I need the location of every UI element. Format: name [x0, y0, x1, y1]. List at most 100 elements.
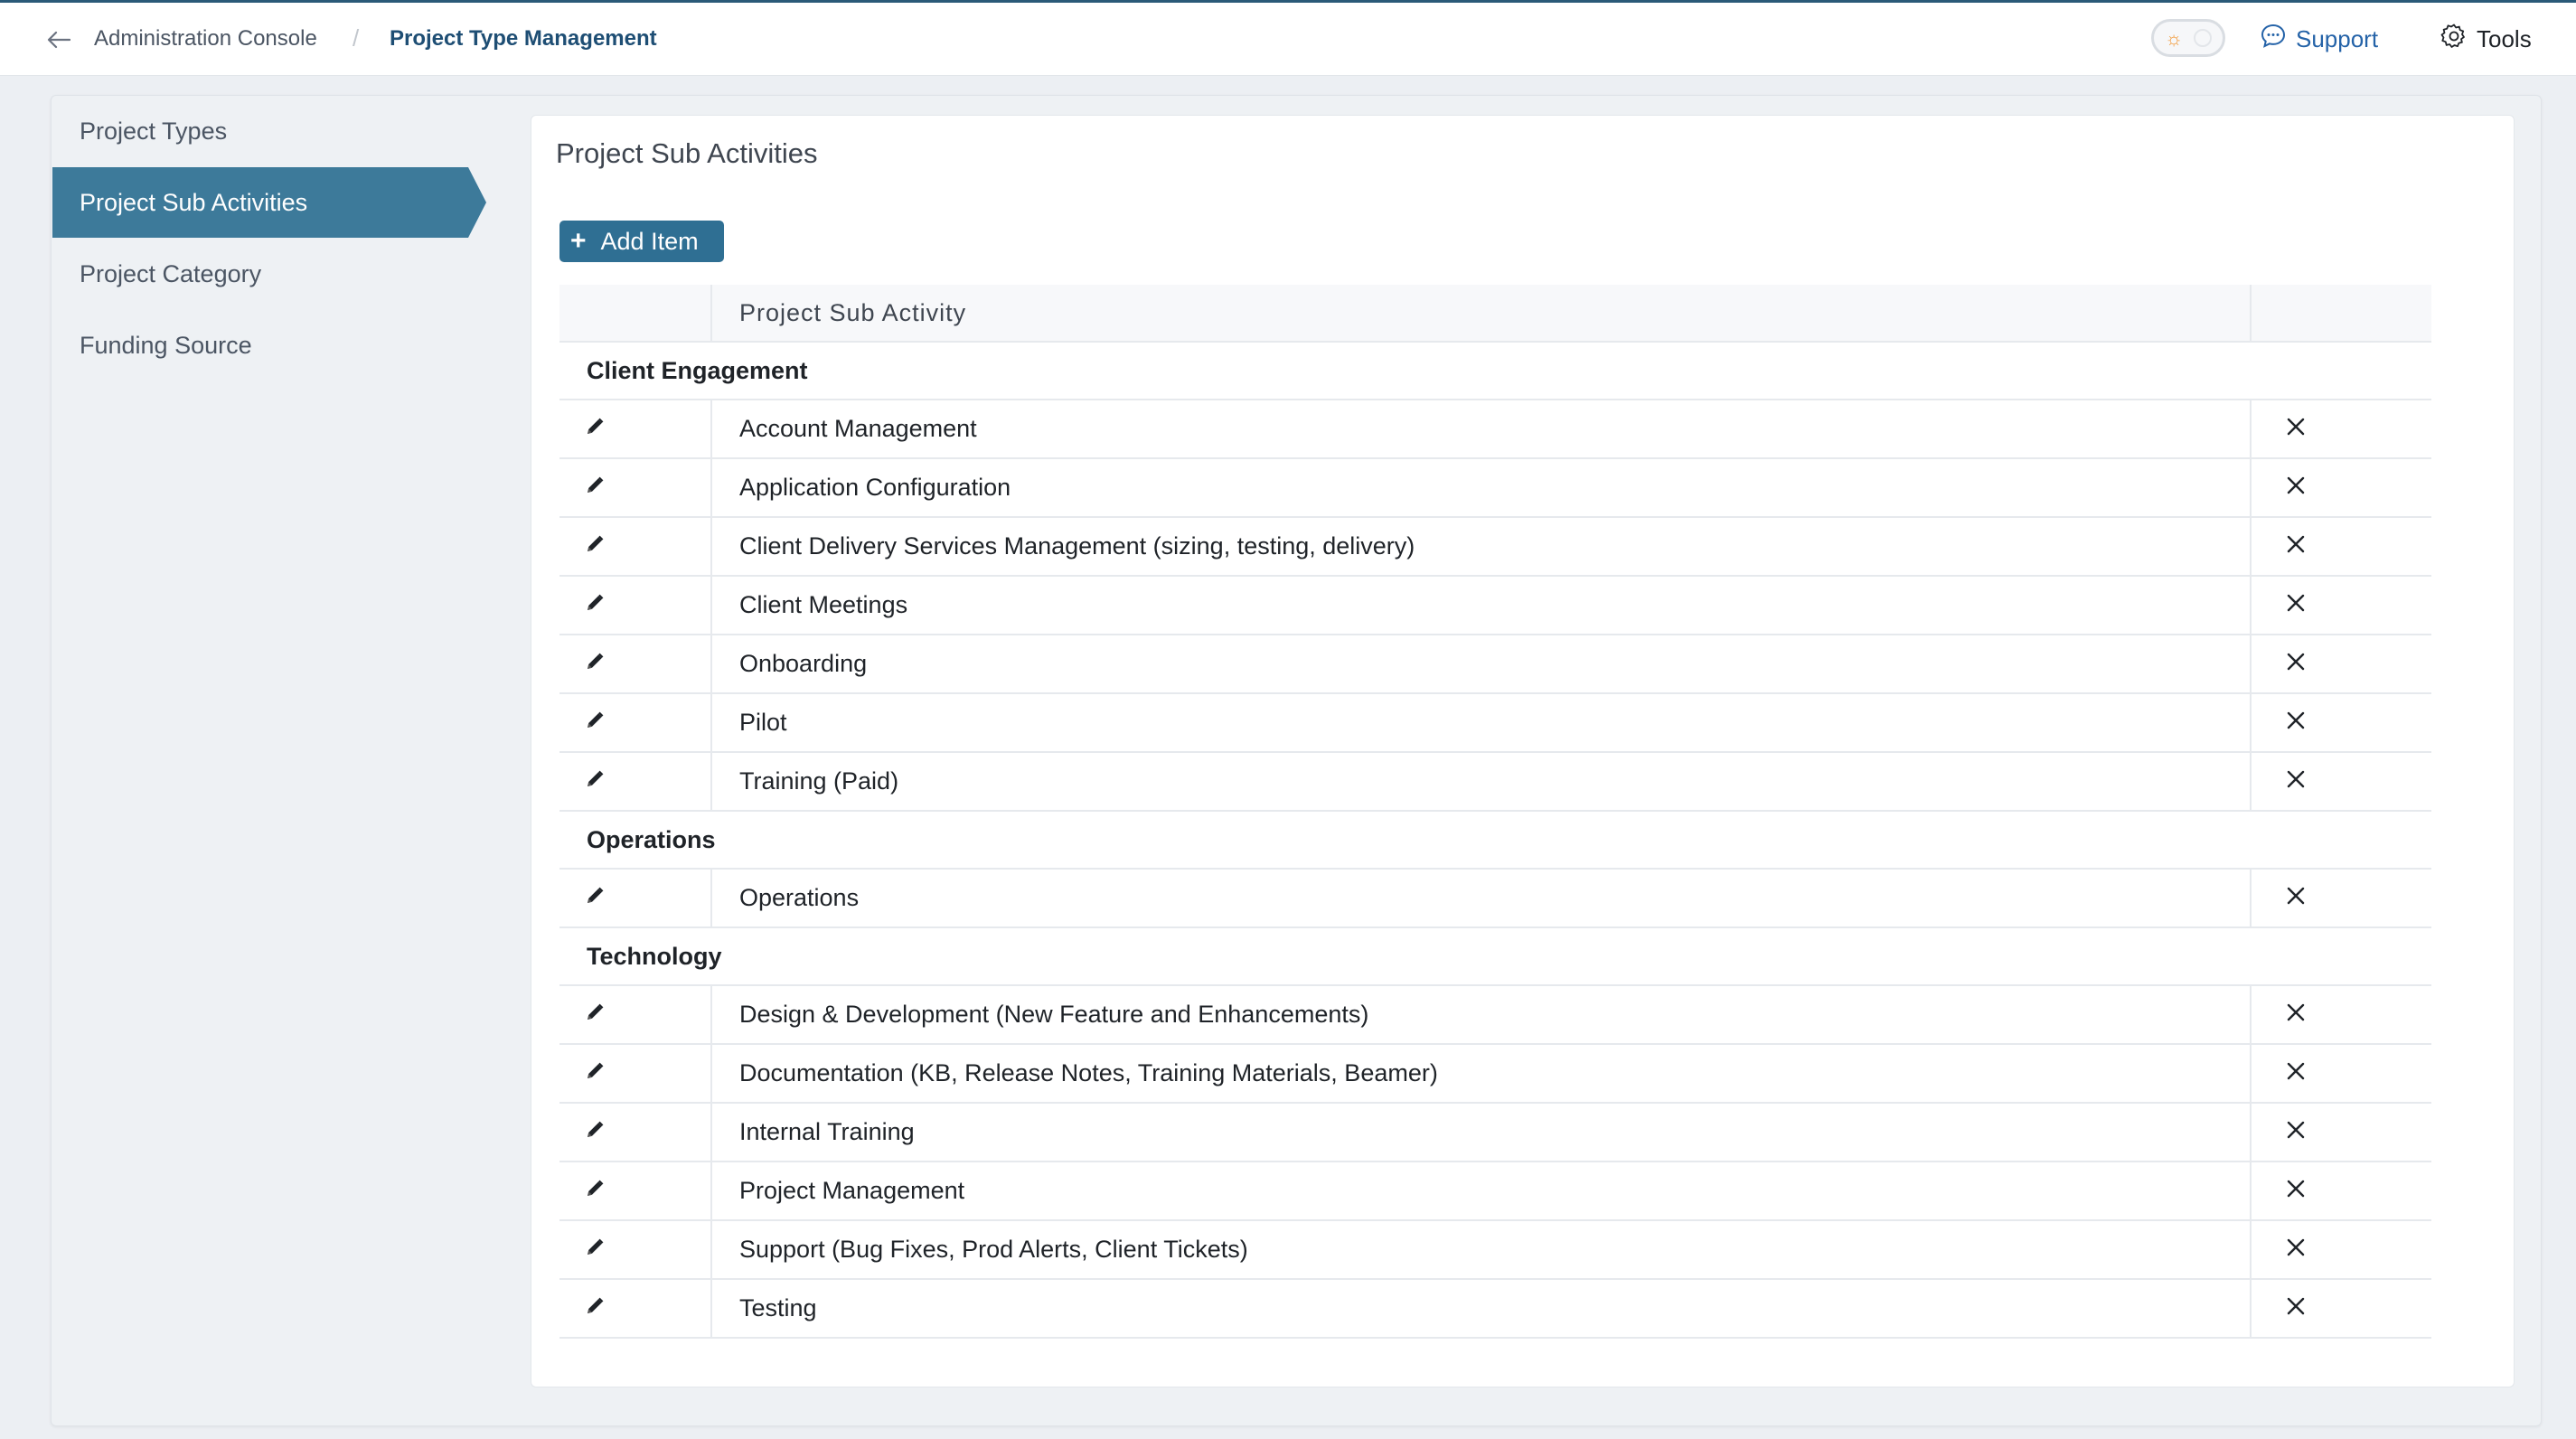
table-row: Client Meetings — [559, 577, 2431, 635]
support-button[interactable]: Support — [2260, 21, 2378, 57]
delete-x-icon[interactable] — [2286, 1002, 2306, 1027]
edit-cell — [559, 986, 712, 1043]
sub-activity-name: Documentation (KB, Release Notes, Traini… — [712, 1045, 2252, 1102]
delete-cell — [2252, 1221, 2431, 1278]
pencil-icon[interactable] — [585, 1179, 605, 1203]
delete-x-icon[interactable] — [2286, 1296, 2306, 1321]
delete-cell — [2252, 694, 2431, 751]
delete-x-icon[interactable] — [2286, 769, 2306, 794]
delete-cell — [2252, 1045, 2431, 1102]
delete-x-icon[interactable] — [2286, 593, 2306, 617]
pencil-icon[interactable] — [585, 417, 605, 441]
table-row: Pilot — [559, 694, 2431, 753]
sub-activity-name: Client Meetings — [712, 577, 2252, 634]
delete-cell — [2252, 753, 2431, 810]
pencil-icon[interactable] — [585, 652, 605, 676]
edit-cell — [559, 1221, 712, 1278]
table-row: Client Delivery Services Management (siz… — [559, 518, 2431, 577]
pencil-icon[interactable] — [585, 710, 605, 735]
pencil-icon[interactable] — [585, 1061, 605, 1086]
table-row: Operations — [559, 870, 2431, 928]
delete-x-icon[interactable] — [2286, 710, 2306, 735]
table-row: Internal Training — [559, 1104, 2431, 1162]
table-header-row: Project Sub Activity — [559, 285, 2431, 343]
delete-x-icon[interactable] — [2286, 475, 2306, 500]
page-title: Project Sub Activities — [556, 137, 818, 169]
pencil-icon[interactable] — [585, 1120, 605, 1144]
edit-cell — [559, 635, 712, 692]
edit-cell — [559, 753, 712, 810]
edit-cell — [559, 1104, 712, 1161]
delete-x-icon[interactable] — [2286, 1061, 2306, 1086]
moon-icon — [2194, 29, 2212, 47]
table-row: Account Management — [559, 400, 2431, 459]
group-header-row: Operations — [559, 812, 2431, 870]
back-arrow-icon[interactable] — [45, 24, 72, 55]
table-row: Project Management — [559, 1162, 2431, 1221]
breadcrumb-root[interactable]: Administration Console — [94, 26, 317, 52]
breadcrumb-current: Project Type Management — [390, 26, 657, 51]
delete-x-icon[interactable] — [2286, 1237, 2306, 1262]
delete-cell — [2252, 1104, 2431, 1161]
sun-icon: ☼ — [2165, 27, 2184, 50]
header-delete-cell — [2252, 285, 2431, 341]
delete-cell — [2252, 635, 2431, 692]
tools-button[interactable]: Tools — [2440, 21, 2532, 57]
pencil-icon[interactable] — [585, 1296, 605, 1321]
table-row: Training (Paid) — [559, 753, 2431, 812]
table-row: Onboarding — [559, 635, 2431, 694]
sidebar-item-project-category[interactable]: Project Category — [52, 239, 468, 309]
group-header-row: Technology — [559, 928, 2431, 986]
edit-cell — [559, 518, 712, 575]
delete-cell — [2252, 870, 2431, 926]
delete-cell — [2252, 577, 2431, 634]
sub-activity-name: Testing — [712, 1280, 2252, 1337]
header-edit-cell — [559, 285, 712, 341]
edit-cell — [559, 400, 712, 457]
gear-icon — [2440, 23, 2468, 56]
sub-activity-name: Training (Paid) — [712, 753, 2252, 810]
column-header-sub-activity[interactable]: Project Sub Activity — [712, 285, 2252, 341]
delete-x-icon[interactable] — [2286, 534, 2306, 559]
sidebar-item-project-types[interactable]: Project Types — [52, 96, 468, 166]
table-row: Application Configuration — [559, 459, 2431, 518]
table-row: Design & Development (New Feature and En… — [559, 986, 2431, 1045]
pencil-icon[interactable] — [585, 886, 605, 910]
delete-cell — [2252, 1280, 2431, 1337]
delete-cell — [2252, 986, 2431, 1043]
sub-activity-name: Application Configuration — [712, 459, 2252, 516]
sub-activity-name: Account Management — [712, 400, 2252, 457]
pencil-icon[interactable] — [585, 593, 605, 617]
delete-x-icon[interactable] — [2286, 652, 2306, 676]
theme-toggle[interactable]: ☼ — [2151, 19, 2225, 57]
edit-cell — [559, 1162, 712, 1219]
sub-activity-name: Internal Training — [712, 1104, 2252, 1161]
chat-bubble-icon — [2260, 23, 2287, 56]
delete-cell — [2252, 1162, 2431, 1219]
delete-x-icon[interactable] — [2286, 1179, 2306, 1203]
delete-cell — [2252, 518, 2431, 575]
add-item-button[interactable]: + Add Item — [559, 221, 724, 262]
sub-activity-name: Support (Bug Fixes, Prod Alerts, Client … — [712, 1221, 2252, 1278]
sidebar-item-funding-source[interactable]: Funding Source — [52, 310, 468, 381]
sub-activity-name: Onboarding — [712, 635, 2252, 692]
pencil-icon[interactable] — [585, 1237, 605, 1262]
group-header-row: Client Engagement — [559, 343, 2431, 400]
pencil-icon[interactable] — [585, 769, 605, 794]
table-row: Support (Bug Fixes, Prod Alerts, Client … — [559, 1221, 2431, 1280]
tools-label: Tools — [2477, 24, 2532, 52]
pencil-icon[interactable] — [585, 534, 605, 559]
sub-activity-name: Pilot — [712, 694, 2252, 751]
delete-cell — [2252, 459, 2431, 516]
breadcrumb-separator: / — [353, 24, 360, 52]
pencil-icon[interactable] — [585, 475, 605, 500]
pencil-icon[interactable] — [585, 1002, 605, 1027]
edit-cell — [559, 694, 712, 751]
sidebar-item-project-sub-activities[interactable]: Project Sub Activities — [52, 167, 486, 238]
plus-icon: + — [570, 226, 587, 256]
delete-x-icon[interactable] — [2286, 886, 2306, 910]
delete-x-icon[interactable] — [2286, 417, 2306, 441]
top-bar: Administration Console / Project Type Ma… — [0, 0, 2576, 76]
delete-x-icon[interactable] — [2286, 1120, 2306, 1144]
sub-activity-name: Client Delivery Services Management (siz… — [712, 518, 2252, 575]
